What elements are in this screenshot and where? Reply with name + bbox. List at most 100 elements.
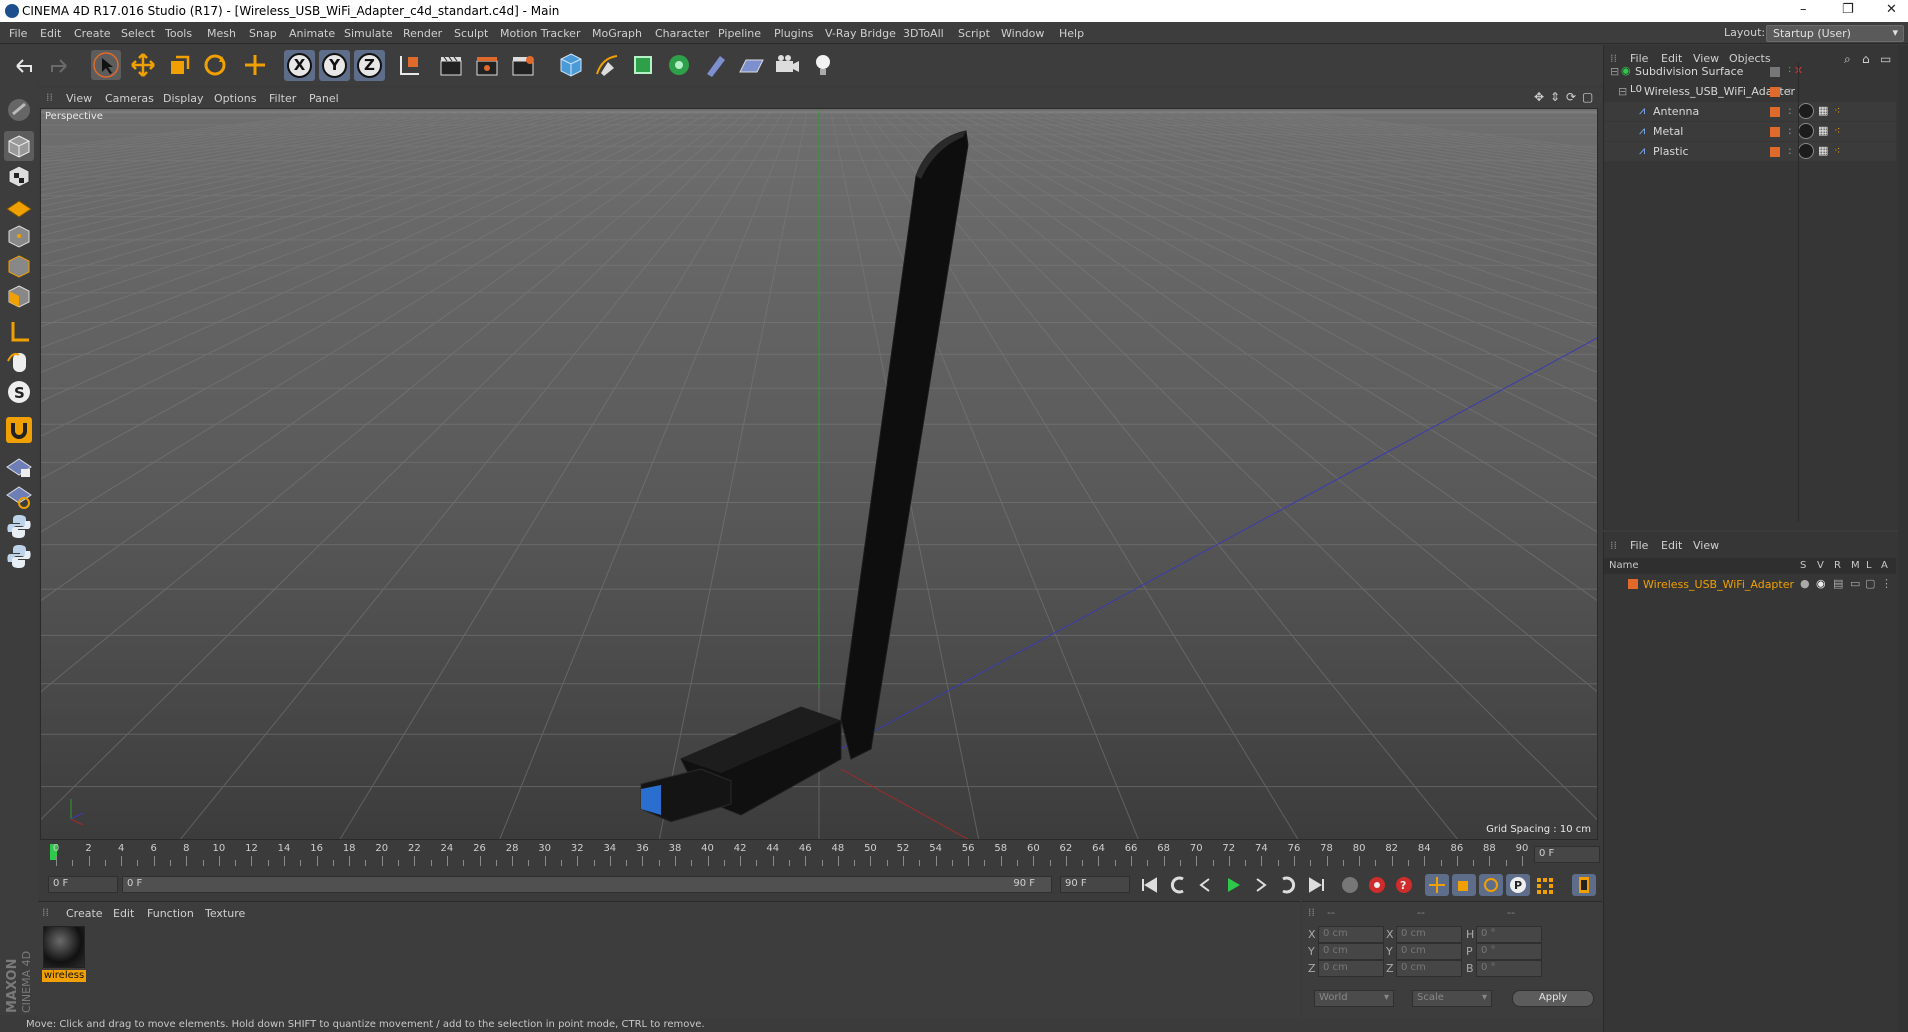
menu-simulate[interactable]: Simulate: [344, 27, 393, 40]
menu-select[interactable]: Select: [121, 27, 155, 40]
column-name[interactable]: Name: [1609, 560, 1639, 571]
layout-select[interactable]: Startup (User) ▾: [1766, 25, 1904, 42]
restore-button[interactable]: ❐: [1842, 2, 1854, 17]
layer-color-icon[interactable]: [1770, 127, 1780, 137]
column-render[interactable]: R: [1834, 560, 1841, 571]
planar-workplane-button[interactable]: [4, 481, 34, 511]
solo-dot-icon[interactable]: ●: [1800, 577, 1810, 590]
y-axis-toggle[interactable]: Y: [319, 50, 350, 81]
recent-tool-button[interactable]: [240, 50, 270, 80]
snap-toggle-button[interactable]: [4, 415, 34, 445]
live-selection-button[interactable]: [91, 50, 121, 80]
tweak-mode-button[interactable]: [4, 347, 34, 377]
object-row-metal[interactable]: ⩘ Metal : ▦ ⁖: [1604, 122, 1896, 141]
python-script-button-1[interactable]: [4, 511, 34, 541]
menu-sculpt[interactable]: Sculpt: [454, 27, 488, 40]
manager-icon[interactable]: ▭: [1850, 577, 1860, 590]
coord-position-field[interactable]: 0 cm: [1318, 943, 1384, 960]
polygons-mode-button[interactable]: [4, 281, 34, 311]
coord-size-field[interactable]: 0 cm: [1396, 960, 1462, 977]
menu-snap[interactable]: Snap: [249, 27, 277, 40]
close-button[interactable]: ✕: [1886, 2, 1897, 17]
column-animation[interactable]: A: [1881, 560, 1888, 571]
menu-edit[interactable]: Edit: [40, 27, 61, 40]
go-to-end-button[interactable]: [1305, 874, 1329, 896]
texture-tag-icon[interactable]: ▦: [1818, 144, 1828, 157]
lock-icon[interactable]: ▢: [1865, 577, 1875, 590]
object-row-plastic[interactable]: ⩘ Plastic : ▦ ⁖: [1604, 142, 1896, 161]
end-frame-field[interactable]: 90 F: [1060, 876, 1130, 893]
coord-position-field[interactable]: 0 cm: [1318, 960, 1384, 977]
autokey-button[interactable]: ?: [1392, 874, 1416, 896]
material-menu-edit[interactable]: Edit: [113, 907, 134, 920]
add-spline-button[interactable]: [592, 50, 622, 80]
add-cube-button[interactable]: [556, 50, 586, 80]
go-to-start-button[interactable]: [1137, 874, 1161, 896]
coord-rotation-field[interactable]: 0 °: [1476, 943, 1542, 960]
material-menu-texture[interactable]: Texture: [205, 907, 245, 920]
previous-key-button[interactable]: [1167, 874, 1191, 896]
maximize-view-icon[interactable]: ▢: [1582, 90, 1593, 104]
layer-color-icon[interactable]: [1628, 579, 1638, 589]
column-visible[interactable]: V: [1817, 560, 1824, 571]
viewport-menu-panel[interactable]: Panel: [309, 92, 339, 105]
menu-vray-bridge[interactable]: V-Ray Bridge: [825, 27, 896, 40]
workplane-mode-button[interactable]: [4, 191, 34, 221]
menu-3dtoall[interactable]: 3DToAll: [903, 27, 944, 40]
column-manager[interactable]: M: [1851, 560, 1860, 571]
record-key-button[interactable]: [1365, 874, 1389, 896]
menu-create[interactable]: Create: [74, 27, 111, 40]
key-position-button[interactable]: [1425, 874, 1449, 896]
axis-mode-button[interactable]: [4, 317, 34, 347]
material-swatch[interactable]: wireless: [42, 926, 86, 982]
zoom-view-icon[interactable]: ⇕: [1550, 90, 1560, 104]
eye-icon[interactable]: ◉: [1816, 577, 1826, 590]
coord-size-field[interactable]: 0 cm: [1396, 926, 1462, 943]
apply-button[interactable]: Apply: [1512, 990, 1594, 1007]
current-frame-field[interactable]: 0 F: [1534, 846, 1600, 863]
menu-file[interactable]: File: [9, 27, 27, 40]
object-row-antenna[interactable]: ⩘ Antenna : ▦ ⁖: [1604, 102, 1896, 121]
scale-tool-button[interactable]: [164, 50, 194, 80]
key-rotation-button[interactable]: [1479, 874, 1503, 896]
model-mode-button[interactable]: [4, 131, 34, 161]
texture-tag-icon[interactable]: ▦: [1818, 124, 1828, 137]
menu-character[interactable]: Character: [655, 27, 709, 40]
lock-workplane-button[interactable]: [4, 451, 34, 481]
animation-icon[interactable]: ⋮: [1881, 577, 1892, 590]
menu-render[interactable]: Render: [403, 27, 442, 40]
points-mode-button[interactable]: [4, 221, 34, 251]
add-light-button[interactable]: [808, 50, 838, 80]
column-solo[interactable]: S: [1800, 560, 1806, 571]
render-picture-viewer-button[interactable]: [472, 50, 502, 80]
material-menu-function[interactable]: Function: [147, 907, 194, 920]
visibility-dots-icon[interactable]: :: [1788, 144, 1792, 157]
x-axis-toggle[interactable]: X: [284, 50, 315, 81]
menu-motion-tracker[interactable]: Motion Tracker: [500, 27, 580, 40]
solo-mode-button[interactable]: S: [4, 377, 34, 407]
visibility-dots-icon[interactable]: :: [1788, 64, 1791, 75]
coordinate-mode-select[interactable]: World ▾: [1314, 990, 1394, 1007]
coordinate-system-button[interactable]: [395, 50, 425, 80]
layers-menu-view[interactable]: View: [1693, 539, 1719, 552]
rotate-view-icon[interactable]: ⟳: [1566, 90, 1576, 104]
coord-rotation-field[interactable]: 0 °: [1476, 926, 1542, 943]
visibility-dots-icon[interactable]: :: [1788, 104, 1792, 117]
render-icon[interactable]: ▤: [1833, 577, 1843, 590]
layer-icon[interactable]: [1770, 67, 1780, 77]
make-editable-button[interactable]: [4, 95, 34, 125]
object-row-adapter[interactable]: ⊟ L0 Wireless_USB_WiFi_Adapter :: [1604, 82, 1896, 101]
next-key-button[interactable]: [1275, 874, 1299, 896]
add-subdivision-button[interactable]: [628, 50, 658, 80]
move-tool-button[interactable]: [128, 50, 158, 80]
viewport-menu-options[interactable]: Options: [214, 92, 256, 105]
texture-tag-icon[interactable]: ▦: [1818, 104, 1828, 117]
tree-toggle-icon[interactable]: ⊟: [1618, 85, 1627, 98]
frame-range-slider[interactable]: 0 F 90 F: [122, 876, 1052, 893]
coord-position-field[interactable]: 0 cm: [1318, 926, 1384, 943]
undo-button[interactable]: [9, 50, 39, 80]
play-button[interactable]: [1221, 874, 1245, 896]
key-parameter-button[interactable]: P: [1506, 874, 1530, 896]
rotate-tool-button[interactable]: [200, 50, 230, 80]
add-camera-button[interactable]: [772, 50, 802, 80]
